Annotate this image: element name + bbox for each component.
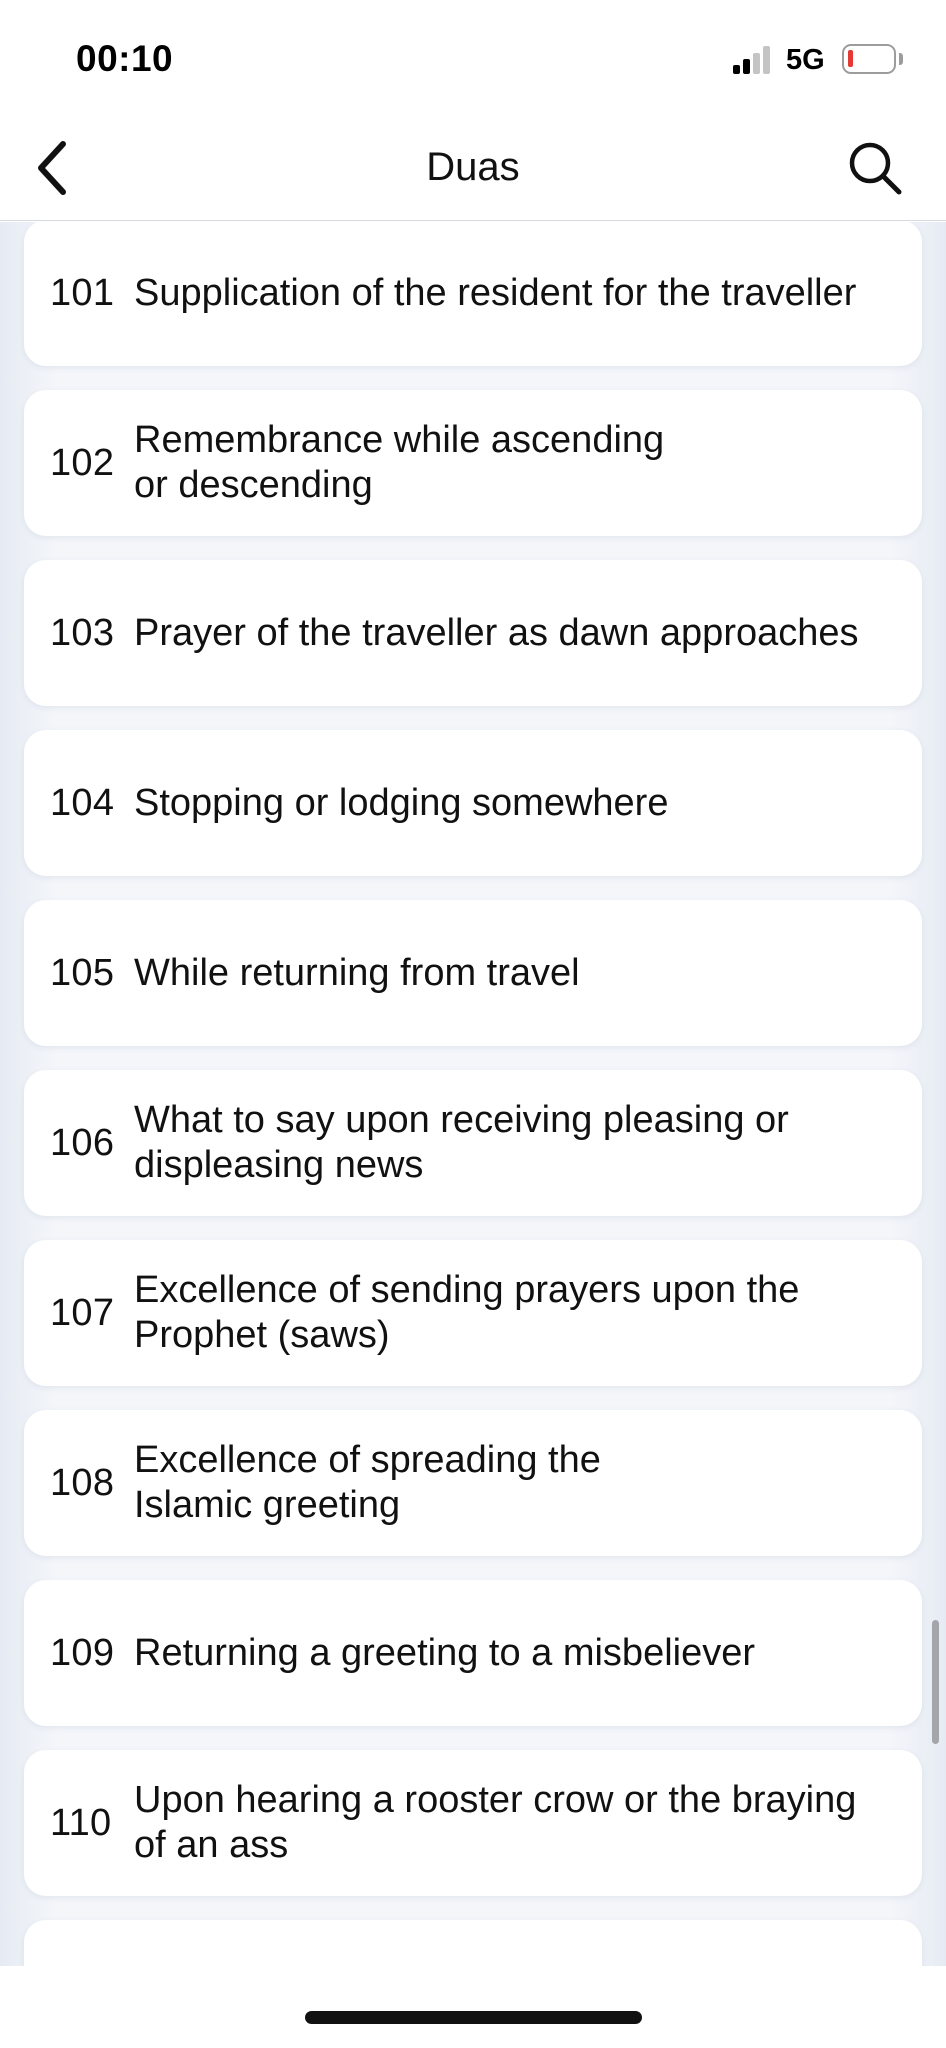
duas-list[interactable]: 101 Supplication of the resident for the … bbox=[0, 222, 946, 1966]
list-item[interactable] bbox=[24, 1920, 922, 1966]
battery-icon bbox=[842, 44, 896, 74]
item-title: Excellence of spreading the Islamic greet… bbox=[134, 1438, 611, 1528]
item-title-line: Islamic greeting bbox=[134, 1484, 401, 1526]
list-item[interactable]: 107 Excellence of sending prayers upon th… bbox=[24, 1240, 922, 1386]
item-title-line: Supplication of the resident for the tra… bbox=[134, 271, 857, 314]
search-icon bbox=[849, 142, 902, 195]
item-title: Supplication of the resident for the tra… bbox=[134, 271, 866, 316]
item-number: 105 bbox=[50, 951, 115, 994]
list-item[interactable]: 106 What to say upon receiving pleasing o… bbox=[24, 1070, 922, 1216]
page-title: Duas bbox=[426, 145, 520, 189]
item-title-line: or descending bbox=[134, 464, 373, 506]
item-title-line: What to say upon receiving pleasing or bbox=[134, 1099, 789, 1141]
item-title: Prayer of the traveller as dawn approach… bbox=[134, 611, 869, 656]
item-title-line: Stopping or lodging somewhere bbox=[134, 781, 669, 824]
item-title: Stopping or lodging somewhere bbox=[134, 781, 678, 826]
item-title-line: Returning a greeting to a misbeliever bbox=[134, 1631, 756, 1674]
item-title-line: displeasing news bbox=[134, 1144, 424, 1186]
duas-screen: 00:10 5G Duas 101 Supplication of the re… bbox=[0, 0, 946, 2048]
item-title: What to say upon receiving pleasing or di… bbox=[134, 1098, 799, 1188]
list-item[interactable]: 105 While returning from travel bbox=[24, 900, 922, 1046]
cellular-signal-icon bbox=[733, 46, 773, 74]
list-item[interactable]: 103 Prayer of the traveller as dawn appro… bbox=[24, 560, 922, 706]
battery-level bbox=[848, 50, 853, 67]
item-number: 106 bbox=[50, 1121, 115, 1164]
item-title: Excellence of sending prayers upon the Pr… bbox=[134, 1268, 809, 1358]
item-number: 108 bbox=[50, 1461, 115, 1504]
item-title-line: Excellence of sending prayers upon the bbox=[134, 1269, 800, 1311]
item-title-line: Prayer of the traveller as dawn approach… bbox=[134, 611, 859, 654]
list-item[interactable]: 102 Remembrance while ascending or descend… bbox=[24, 390, 922, 536]
item-number: 103 bbox=[50, 611, 115, 654]
item-number: 101 bbox=[50, 271, 115, 314]
item-number: 104 bbox=[50, 781, 115, 824]
list-item[interactable]: 110 Upon hearing a rooster crow or the br… bbox=[24, 1750, 922, 1896]
home-indicator[interactable] bbox=[305, 2011, 642, 2024]
item-title-line: of an ass bbox=[134, 1824, 289, 1866]
search-button[interactable] bbox=[840, 135, 910, 201]
item-title: Returning a greeting to a misbeliever bbox=[134, 1631, 765, 1676]
list-item[interactable]: 101 Supplication of the resident for the … bbox=[24, 222, 922, 366]
battery-cap bbox=[899, 53, 903, 65]
item-title-line: Upon hearing a rooster crow or the brayi… bbox=[134, 1779, 857, 1821]
item-title: Upon hearing a rooster crow or the brayi… bbox=[134, 1778, 866, 1868]
item-title-line: While returning from travel bbox=[134, 951, 580, 994]
item-number: 110 bbox=[50, 1801, 112, 1844]
nav-bar: Duas bbox=[0, 115, 946, 221]
item-title-line: Remembrance while ascending bbox=[134, 419, 665, 461]
item-title-line: Excellence of spreading the bbox=[134, 1439, 601, 1481]
item-number: 102 bbox=[50, 441, 115, 484]
status-bar: 00:10 5G bbox=[0, 0, 946, 115]
scrollbar[interactable] bbox=[932, 1620, 939, 1744]
list-item[interactable]: 104 Stopping or lodging somewhere bbox=[24, 730, 922, 876]
item-title-line: Prophet (saws) bbox=[134, 1314, 390, 1356]
list-item[interactable]: 108 Excellence of spreading the Islamic gr… bbox=[24, 1410, 922, 1556]
item-title: Remembrance while ascending or descending bbox=[134, 418, 674, 508]
status-time: 00:10 bbox=[76, 38, 174, 79]
item-number: 109 bbox=[50, 1631, 115, 1674]
list-item[interactable]: 109 Returning a greeting to a misbeliever bbox=[24, 1580, 922, 1726]
network-type: 5G bbox=[786, 44, 825, 76]
bottom-safe-area bbox=[0, 1966, 946, 2048]
item-number: 107 bbox=[50, 1291, 115, 1334]
item-title: While returning from travel bbox=[134, 951, 590, 996]
